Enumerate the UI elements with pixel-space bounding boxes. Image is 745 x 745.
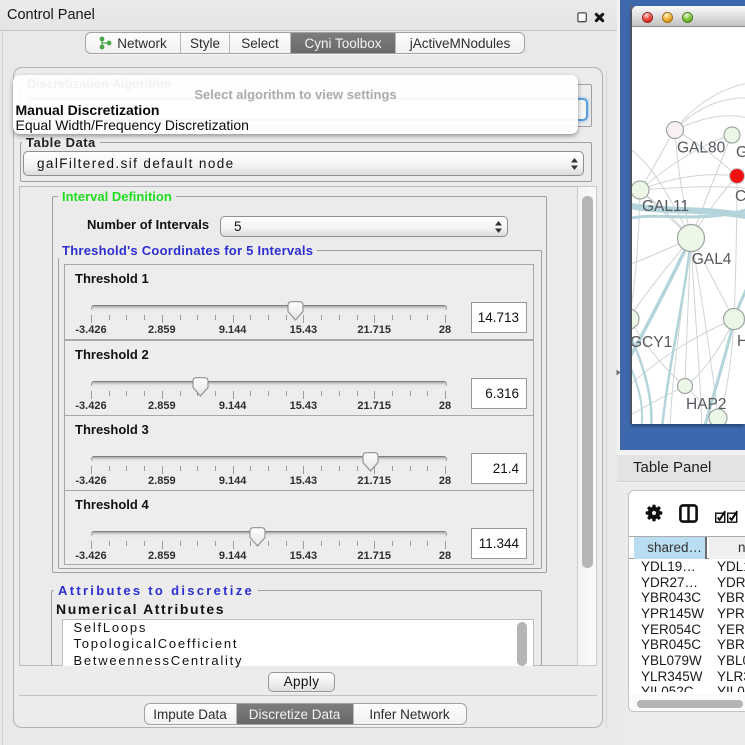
svg-text:GAL4: GAL4 bbox=[692, 251, 732, 268]
svg-text:GA: GA bbox=[736, 144, 745, 161]
svg-text:GCY1: GCY1 bbox=[632, 334, 672, 351]
svg-text:GAL11: GAL11 bbox=[642, 198, 689, 215]
svg-text:GAL80: GAL80 bbox=[677, 140, 726, 157]
svg-text:C: C bbox=[735, 188, 745, 205]
svg-text:H: H bbox=[737, 333, 745, 350]
svg-text:HAP2: HAP2 bbox=[686, 396, 727, 413]
